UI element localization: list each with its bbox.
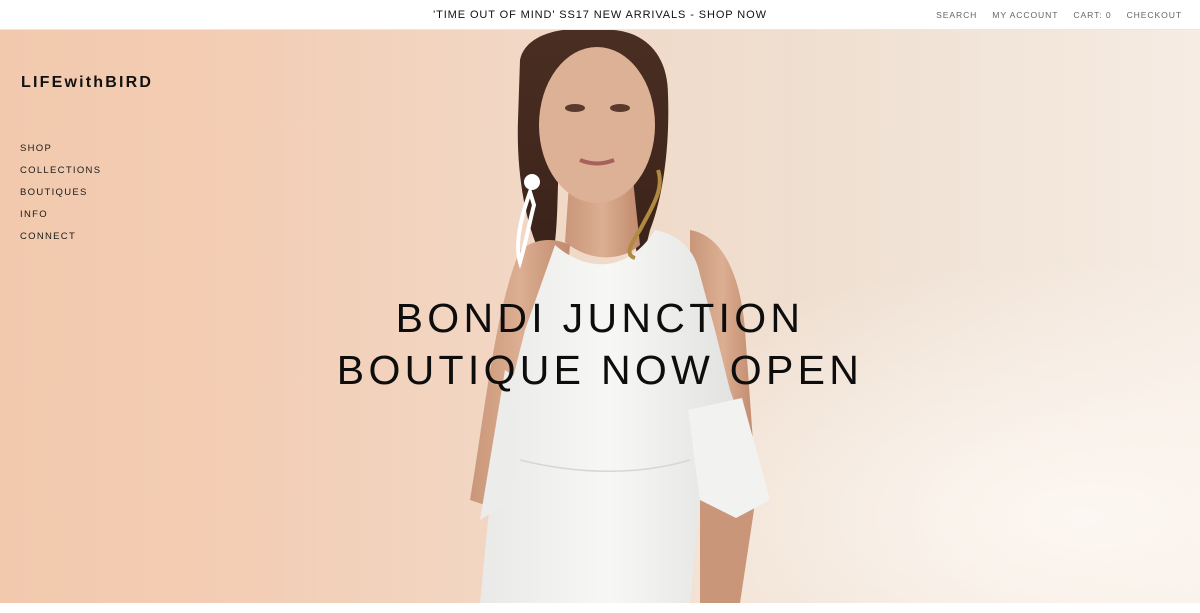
nav-item-collections[interactable]: COLLECTIONS	[20, 165, 101, 177]
hero-headline-line-2: BOUTIQUE NOW OPEN	[336, 347, 864, 393]
nav-item-boutiques[interactable]: BOUTIQUES	[20, 187, 101, 199]
search-link[interactable]: SEARCH	[936, 10, 977, 20]
nav-item-connect[interactable]: CONNECT	[20, 231, 101, 243]
checkout-link[interactable]: CHECKOUT	[1127, 10, 1182, 20]
nav-item-shop[interactable]: SHOP	[20, 143, 101, 155]
main-nav: SHOP COLLECTIONS BOUTIQUES INFO CONNECT	[20, 143, 101, 243]
my-account-link[interactable]: MY ACCOUNT	[992, 10, 1058, 20]
hero-headline: BONDI JUNCTION BOUTIQUE NOW OPEN	[0, 292, 1200, 396]
brand-logo[interactable]: LIFEwithBIRD	[21, 74, 153, 92]
page-bottom-strip	[0, 603, 1200, 613]
hero-headline-line-1: BONDI JUNCTION	[395, 295, 805, 341]
announcement-bar: 'TIME OUT OF MIND' SS17 NEW ARRIVALS - S…	[0, 0, 1200, 30]
cart-link[interactable]: CART: 0	[1073, 10, 1111, 20]
nav-item-info[interactable]: INFO	[20, 209, 101, 221]
utility-nav: SEARCH MY ACCOUNT CART: 0 CHECKOUT	[936, 0, 1182, 30]
hero-banner[interactable]: LIFEwithBIRD SHOP COLLECTIONS BOUTIQUES …	[0, 30, 1200, 603]
